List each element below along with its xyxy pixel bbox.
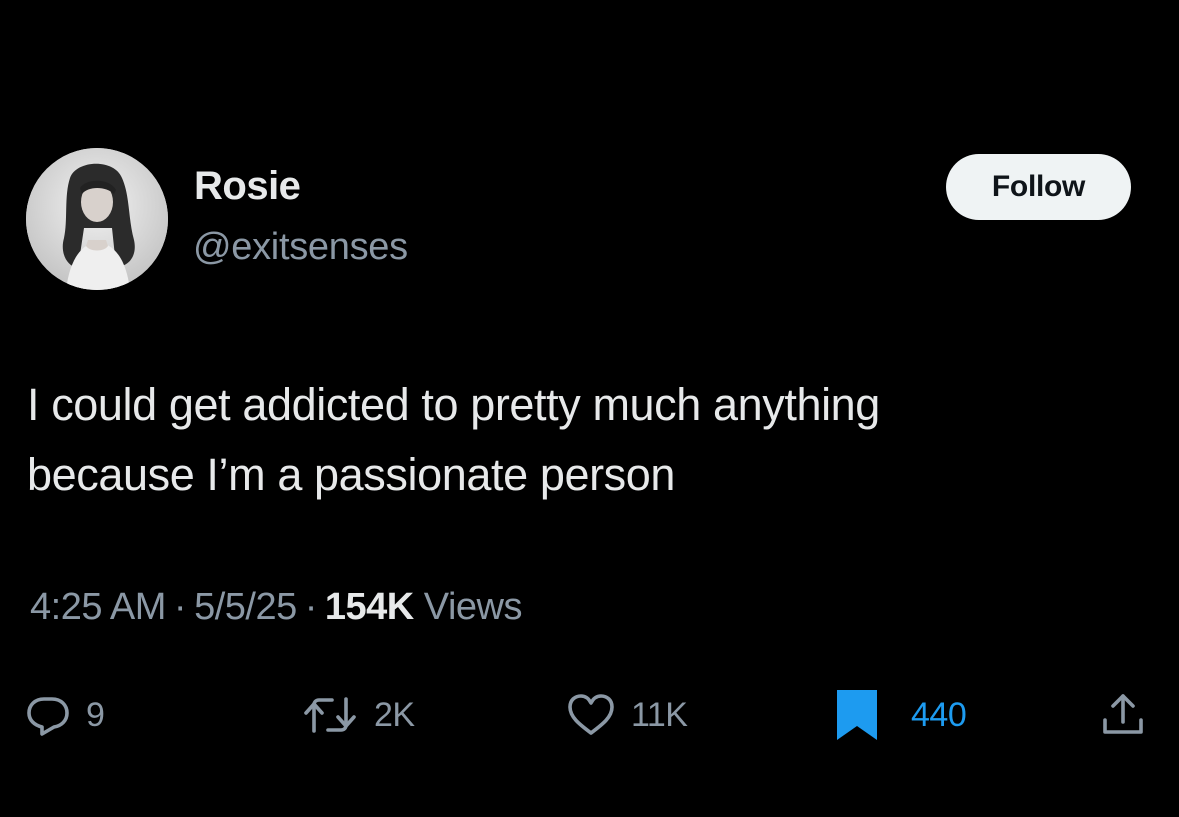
reply-icon <box>24 691 72 739</box>
tweet-time[interactable]: 4:25 AM <box>30 586 166 628</box>
heart-icon <box>565 691 617 739</box>
like-button[interactable]: 11K <box>565 680 688 750</box>
tweet-text-line: I could get addicted to pretty much anyt… <box>27 379 880 430</box>
reply-button[interactable]: 9 <box>24 680 105 750</box>
views-count: 154K <box>324 586 414 628</box>
bookmark-icon <box>835 688 879 742</box>
bookmark-button[interactable]: 440 <box>835 680 967 750</box>
tweet-card: Rosie @exitsenses Follow I could get add… <box>0 0 1179 817</box>
avatar-image <box>26 148 168 290</box>
reply-count: 9 <box>86 695 105 734</box>
user-handle[interactable]: @exitsenses <box>193 226 408 269</box>
follow-button[interactable]: Follow <box>946 154 1131 220</box>
views-label: Views <box>423 586 523 628</box>
retweet-count: 2K <box>374 695 415 734</box>
tweet-date[interactable]: 5/5/25 <box>194 586 297 628</box>
bookmark-count: 440 <box>911 695 967 734</box>
tweet-text: I could get addicted to pretty much anyt… <box>27 370 1147 510</box>
meta-separator: · <box>173 586 187 628</box>
retweet-button[interactable]: 2K <box>300 680 415 750</box>
share-button[interactable] <box>1098 680 1148 750</box>
retweet-icon <box>300 691 360 739</box>
tweet-meta: 4:25 AM · 5/5/25 · 154K Views <box>30 586 522 629</box>
action-bar: 9 2K 11K 440 <box>0 680 1179 750</box>
tweet-text-line: because I’m a passionate person <box>27 449 676 500</box>
display-name[interactable]: Rosie <box>194 164 301 209</box>
avatar[interactable] <box>26 148 168 290</box>
share-icon <box>1098 690 1148 740</box>
like-count: 11K <box>631 695 688 734</box>
meta-separator: · <box>304 586 318 628</box>
